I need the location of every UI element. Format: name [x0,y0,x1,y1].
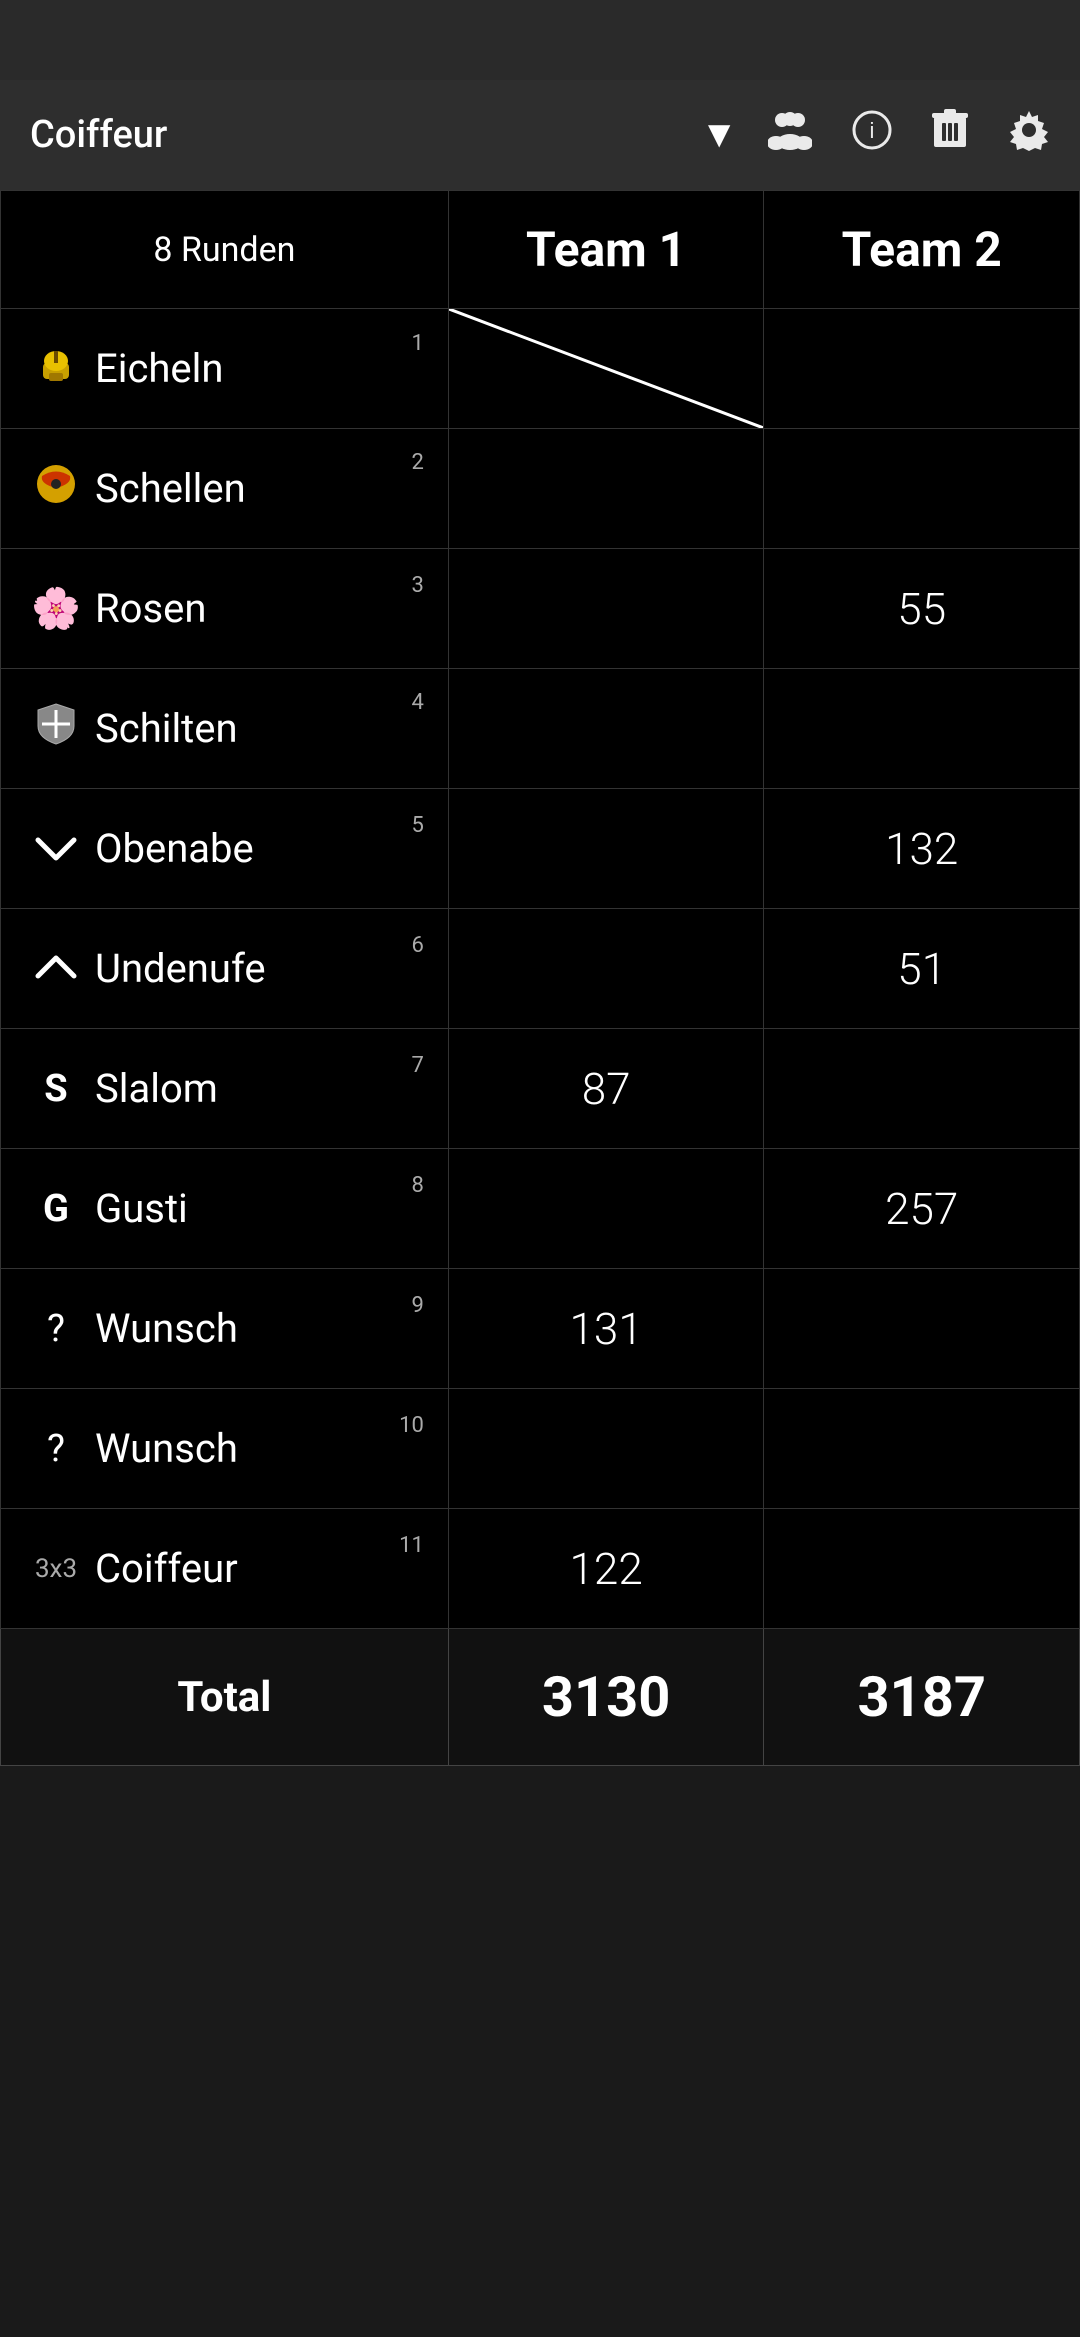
team2-header: Team 2 [764,191,1080,309]
coiffeur-team2[interactable] [764,1509,1080,1629]
svg-text:i: i [870,118,875,143]
wunsch1-team1[interactable]: 131 [448,1269,764,1389]
wunsch1-icon: ? [31,1307,81,1351]
rosen-icon: 🌸 [31,585,81,632]
row-label-cell: ? Wunsch 9 [1,1269,449,1389]
table-header: 8 Runden Team 1 Team 2 [1,191,1080,309]
slalom-team1[interactable]: 87 [448,1029,764,1149]
row-label-cell: G Gusti 8 [1,1149,449,1269]
schilten-icon [31,702,81,756]
gusti-team2[interactable]: 257 [764,1149,1080,1269]
eicheln-team2[interactable] [764,309,1080,429]
rosen-team1[interactable] [448,549,764,669]
total-row: Total 3130 3187 [1,1629,1080,1766]
table-row[interactable]: Obenabe 5 132 [1,789,1080,909]
wunsch1-team2[interactable] [764,1269,1080,1389]
total-team1: 3130 [448,1629,764,1766]
table-row[interactable]: 3x3 Coiffeur 11 122 [1,1509,1080,1629]
table-row[interactable]: Eicheln 1 [1,309,1080,429]
delete-icon[interactable] [932,109,968,161]
coiffeur-icon: 3x3 [31,1554,81,1584]
row-label-cell: Undenufe 6 [1,909,449,1029]
wunsch2-icon: ? [31,1427,81,1471]
row-number-8: 8 [411,1175,423,1197]
wunsch1-label: Wunsch [95,1305,238,1352]
toolbar: Coiffeur ▼ i [0,80,1080,190]
info-icon[interactable]: i [852,110,892,160]
undenufe-team1[interactable] [448,909,764,1029]
eicheln-icon [31,343,81,395]
total-team2: 3187 [764,1629,1080,1766]
row-number-11: 11 [399,1535,424,1557]
rounds-header: 8 Runden [1,191,449,309]
undenufe-label: Undenufe [95,945,266,992]
row-number-5: 5 [411,815,423,837]
gusti-team1[interactable] [448,1149,764,1269]
status-bar [0,0,1080,80]
slalom-icon: S [31,1067,81,1111]
row-label-cell: Schellen 2 [1,429,449,549]
row-label-cell: 🌸 Rosen 3 [1,549,449,669]
table-row[interactable]: S Slalom 7 87 [1,1029,1080,1149]
toolbar-icons: i [768,109,1050,161]
row-label-cell: Schilten 4 [1,669,449,789]
row-label-cell: ? Wunsch 10 [1,1389,449,1509]
row-number-2: 2 [411,452,423,474]
table-row[interactable]: Schellen 2 [1,429,1080,549]
schilten-team1[interactable] [448,669,764,789]
gusti-icon: G [31,1187,81,1231]
scores-table: 8 Runden Team 1 Team 2 Eicheln [0,190,1080,1766]
slalom-team2[interactable] [764,1029,1080,1149]
schellen-team1[interactable] [448,429,764,549]
wunsch2-team2[interactable] [764,1389,1080,1509]
eicheln-team1[interactable] [448,309,764,429]
row-label-cell: Eicheln 1 [1,309,449,429]
schellen-team2[interactable] [764,429,1080,549]
table-row[interactable]: ? Wunsch 9 131 [1,1269,1080,1389]
coiffeur-label: Coiffeur [95,1545,238,1592]
row-number-10: 10 [399,1415,424,1437]
row-number-6: 6 [411,935,423,957]
settings-icon[interactable] [1008,109,1050,161]
table-row[interactable]: Schilten 4 [1,669,1080,789]
schilten-team2[interactable] [764,669,1080,789]
slalom-label: Slalom [95,1065,218,1112]
schellen-icon [31,462,81,516]
obenabe-team1[interactable] [448,789,764,909]
toolbar-title: Coiffeur [30,113,670,157]
coiffeur-team1[interactable]: 122 [448,1509,764,1629]
row-label-cell: 3x3 Coiffeur 11 [1,1509,449,1629]
rosen-label: Rosen [95,585,206,632]
obenabe-label: Obenabe [95,825,254,872]
table-row[interactable]: Undenufe 6 51 [1,909,1080,1029]
row-number-1: 1 [411,333,423,355]
obenabe-team2[interactable]: 132 [764,789,1080,909]
table-row[interactable]: 🌸 Rosen 3 55 [1,549,1080,669]
wunsch2-label: Wunsch [95,1425,238,1472]
schellen-label: Schellen [95,465,246,512]
schilten-label: Schilten [95,705,238,752]
wunsch2-team1[interactable] [448,1389,764,1509]
dropdown-arrow[interactable]: ▼ [700,113,738,157]
table-row[interactable]: ? Wunsch 10 [1,1389,1080,1509]
undenufe-icon [31,945,81,992]
row-label-cell: Obenabe 5 [1,789,449,909]
row-label-cell: S Slalom 7 [1,1029,449,1149]
table-row[interactable]: G Gusti 8 257 [1,1149,1080,1269]
row-number-7: 7 [411,1055,423,1077]
row-number-3: 3 [411,575,423,597]
row-number-4: 4 [411,692,423,714]
rosen-team2[interactable]: 55 [764,549,1080,669]
undenufe-team2[interactable]: 51 [764,909,1080,1029]
gusti-label: Gusti [95,1185,188,1232]
people-icon[interactable] [768,110,812,160]
total-label: Total [1,1629,449,1766]
obenabe-icon [31,825,81,872]
row-number-9: 9 [411,1295,423,1317]
team1-header: Team 1 [448,191,764,309]
eicheln-label: Eicheln [95,345,223,392]
